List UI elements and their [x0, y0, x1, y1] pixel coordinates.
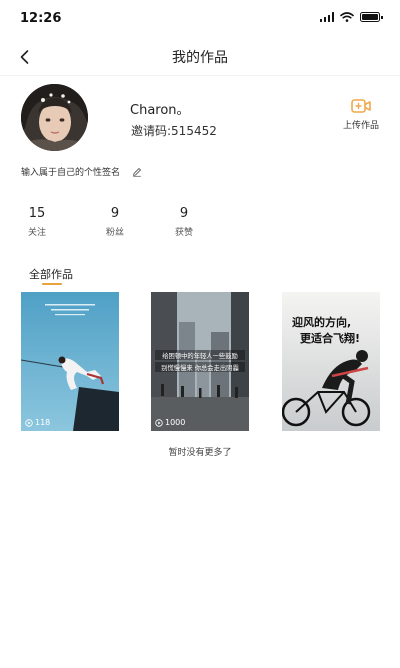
status-bar: 12:26 — [0, 0, 400, 38]
battery-icon — [360, 12, 383, 22]
work-caption-line1: 给困顿中的年轻人一些鼓励 — [162, 351, 238, 360]
stat-fans-count: 9 — [110, 206, 120, 221]
stat-likes[interactable]: 9 获赞 — [167, 206, 201, 238]
stat-fans-label: 粉丝 — [105, 228, 124, 238]
signal-icon — [319, 12, 334, 22]
play-count-value: 118 — [35, 418, 51, 427]
stat-likes-label: 获赞 — [174, 228, 193, 238]
no-more-hint: 暂时没有更多了 — [168, 448, 232, 458]
video-upload-icon — [351, 99, 371, 113]
work-thumbnail[interactable]: 118 — [21, 292, 119, 431]
stat-following[interactable]: 15 关注 — [20, 206, 54, 238]
wifi-icon — [340, 12, 354, 22]
upload-works-label: 上传作品 — [342, 121, 379, 131]
stat-following-label: 关注 — [27, 228, 46, 238]
work-caption-line1: 迎风的方向, — [292, 315, 351, 329]
play-icon — [155, 418, 163, 427]
signature-placeholder: 输入属于自己的个性签名 — [21, 168, 121, 178]
stat-likes-count: 9 — [179, 206, 189, 221]
user-name: Charon。 — [130, 103, 190, 118]
tab-active-indicator — [42, 283, 62, 285]
avatar[interactable] — [21, 84, 88, 151]
play-icon — [25, 418, 33, 427]
status-time: 12:26 — [20, 11, 62, 26]
edit-pencil-icon — [133, 167, 141, 177]
stat-fans[interactable]: 9 粉丝 — [98, 206, 132, 238]
invite-code: 邀请码:515452 — [131, 124, 217, 138]
signature-edit[interactable]: 输入属于自己的个性签名 — [21, 165, 142, 178]
upload-works-button[interactable]: 上传作品 — [333, 98, 389, 131]
work-caption-line2: 别慌慢慢来 你总会走出阴霾 — [161, 363, 239, 372]
work-caption-line2: 更适合飞翔! — [300, 331, 360, 345]
tab-all-works[interactable]: 全部作品 — [29, 263, 73, 285]
stat-following-count: 15 — [28, 206, 46, 221]
page-title: 我的作品 — [172, 50, 228, 66]
work-thumbnail[interactable]: 给困顿中的年轻人一些鼓励 别慌慢慢来 你总会走出阴霾 1000 — [151, 292, 249, 431]
tab-all-works-label: 全部作品 — [29, 268, 73, 281]
nav-bar: 我的作品 — [0, 38, 400, 76]
status-icons — [319, 12, 383, 22]
play-count: 1000 — [155, 418, 185, 427]
play-count-value: 1000 — [165, 418, 186, 427]
work-thumbnail[interactable]: 迎风的方向, 更适合飞翔! — [282, 292, 380, 431]
play-count: 118 — [25, 418, 50, 427]
